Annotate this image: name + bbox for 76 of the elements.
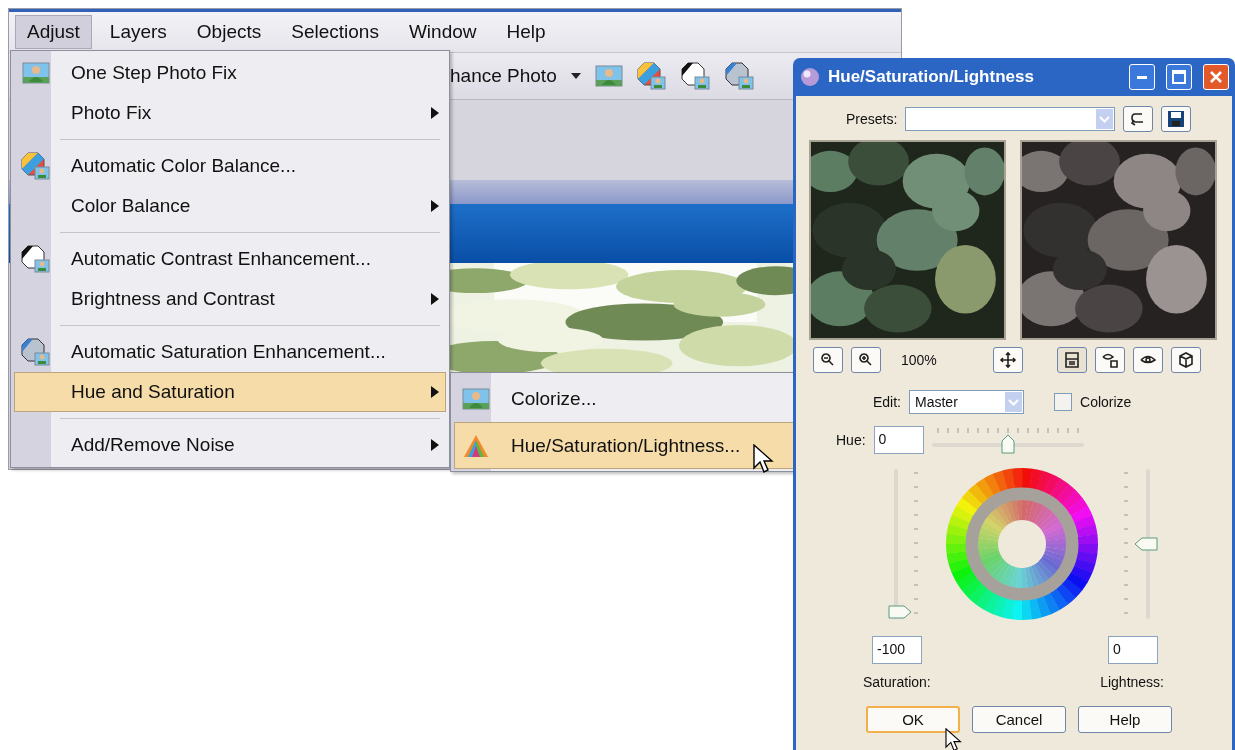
color-balance-icon [21, 152, 51, 180]
lightness-slider[interactable] [1122, 469, 1158, 619]
dice-icon [1177, 351, 1195, 369]
menu-item[interactable]: Photo Fix [14, 93, 446, 133]
contrast-icon [680, 62, 711, 90]
person-photo-icon [594, 65, 623, 87]
caret-icon [570, 73, 581, 79]
person-photo-icon [462, 387, 490, 410]
preview-layout-button[interactable] [1057, 347, 1087, 373]
saturation-label: Saturation: [863, 674, 931, 690]
enhance-photo-dropdown[interactable]: hance Photo [450, 65, 557, 87]
presets-label: Presets: [846, 111, 898, 127]
menu-item[interactable]: Color Balance [14, 186, 446, 226]
eye-lock-icon [1101, 351, 1119, 369]
menu-item[interactable]: One Step Photo Fix [14, 53, 446, 93]
close-icon [1209, 70, 1223, 84]
slider-thumb[interactable] [1134, 537, 1158, 551]
hue-label: Hue: [836, 432, 866, 448]
menu-item[interactable]: Automatic Contrast Enhancement... [14, 239, 446, 279]
caret-icon [1008, 398, 1019, 406]
saturation-field[interactable]: -100 [872, 636, 922, 664]
dialog-title: Hue/Saturation/Lightness [828, 67, 1035, 87]
minimize-icon [1137, 75, 1147, 79]
menu-title[interactable]: Layers [97, 15, 179, 49]
eye-lock-button[interactable] [1095, 347, 1125, 373]
dialog-button[interactable]: OK [866, 706, 960, 733]
zoom-in-button[interactable] [851, 347, 881, 373]
minimize-button[interactable] [1129, 64, 1155, 90]
zoom-level: 100% [900, 352, 938, 368]
move-icon [999, 351, 1017, 369]
dialog-button[interactable]: Cancel [972, 706, 1066, 733]
contrast-icon [21, 245, 51, 273]
dialog-button[interactable]: Help [1078, 706, 1172, 733]
saturation-icon [724, 62, 755, 90]
randomize-button[interactable] [1171, 347, 1201, 373]
menu-title[interactable]: Window [396, 15, 489, 49]
presets-dropdown[interactable] [905, 107, 1116, 131]
color-wheel-drawing[interactable] [946, 468, 1098, 620]
maximize-icon [1172, 70, 1186, 84]
lightness-field[interactable]: 0 [1108, 636, 1158, 664]
menu-item[interactable]: Automatic Saturation Enhancement... [14, 332, 446, 372]
menu-item[interactable]: Hue/Saturation/Lightness... [454, 422, 796, 469]
rainbow-triangle-icon [463, 433, 489, 458]
colorize-label: Colorize [1080, 394, 1132, 410]
saturation-icon [21, 338, 51, 366]
save-button[interactable] [1161, 106, 1192, 132]
menu-item[interactable]: Add/Remove Noise [14, 425, 446, 465]
color-balance-icon [636, 62, 667, 90]
menu-title[interactable]: Adjust [15, 15, 92, 49]
slider-thumb[interactable] [888, 605, 912, 619]
menu-item[interactable]: Colorize... [454, 375, 796, 422]
slider-thumb[interactable] [1000, 434, 1015, 454]
person-photo-icon [22, 62, 50, 84]
close-button[interactable] [1203, 64, 1229, 90]
orb-icon [800, 67, 820, 87]
menu-title[interactable]: Selections [279, 15, 391, 49]
hue-slider[interactable] [931, 426, 1084, 454]
pan-button[interactable] [993, 347, 1023, 373]
maximize-button[interactable] [1166, 64, 1192, 90]
eye-button[interactable] [1133, 347, 1163, 373]
hue-field[interactable]: 0 [873, 426, 924, 454]
zoom-out-button[interactable] [813, 347, 843, 373]
colorize-checkbox[interactable] [1054, 393, 1072, 411]
edit-dropdown[interactable]: Master [909, 390, 1024, 414]
lightness-label: Lightness: [1100, 674, 1164, 690]
reset-button[interactable] [1123, 106, 1154, 132]
cursor-icon [753, 444, 775, 474]
cursor-icon [945, 728, 963, 750]
caret-icon [1099, 115, 1111, 123]
menu-title[interactable]: Objects [184, 15, 274, 49]
edit-label: Edit: [873, 394, 901, 410]
layout-icon [1063, 351, 1081, 369]
menu-item[interactable]: Automatic Color Balance... [14, 146, 446, 186]
menu-item[interactable]: Brightness and Contrast [14, 279, 446, 319]
menu-item[interactable]: Hue and Saturation [14, 372, 446, 412]
menu-title[interactable]: Help [494, 15, 558, 49]
